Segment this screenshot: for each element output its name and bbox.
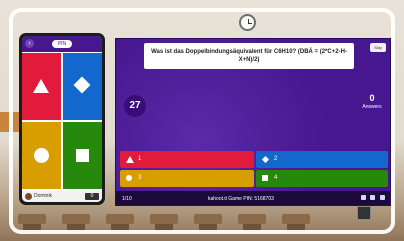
answer-tile-blue[interactable] [63,53,102,120]
answer-option-2[interactable]: 2 [256,151,388,168]
volume-icon[interactable] [361,195,366,200]
player-score: 0 [85,193,99,200]
answer-option-3[interactable]: 3 [120,170,254,187]
circle-icon [34,148,49,163]
answer-label: 4 [274,175,278,181]
phone-footer: Dominik 0 [22,191,102,202]
fullscreen-icon[interactable] [379,195,385,200]
answers-counter: 0 Answers [359,93,385,111]
game-footer-bar: 1/10 kahoot.it Game PIN: 5168703 [116,191,390,205]
back-icon[interactable]: ‹ [25,39,34,48]
answer-tile-red[interactable] [22,53,61,120]
answer-option-1[interactable]: 1 [120,151,254,168]
answer-label: 3 [138,175,142,181]
answer-label: 1 [138,156,142,162]
diamond-icon [73,76,91,94]
phone-mockup: ‹ PIN Dominik 0 [19,33,105,205]
player-name: Dominik [34,193,53,199]
question-progress: 1/10 [122,196,132,202]
phone-header: ‹ PIN [22,36,102,52]
triangle-icon [126,156,134,163]
answer-option-4[interactable]: 4 [256,170,388,187]
answer-tile-green[interactable] [63,122,102,189]
countdown-timer: 27 [124,95,146,117]
square-icon [76,149,89,162]
phone-screen: ‹ PIN Dominik 0 [22,36,102,202]
skip-button[interactable]: Skip [370,43,386,52]
presenter-thumbnail [357,206,371,220]
diamond-icon [261,155,270,164]
triangle-icon [33,79,49,93]
answers-count-value: 0 [369,93,375,103]
answer-label: 2 [274,156,278,162]
settings-icon[interactable] [370,195,376,200]
square-icon [262,175,268,181]
footer-controls [358,195,388,203]
circle-icon [126,175,132,181]
game-pin-info: kahoot.it Game PIN: 5168703 [208,196,274,202]
pin-pill: PIN [52,40,72,48]
question-text: Was ist das Doppelbindungsäquivalent für… [144,43,354,69]
answer-tile-yellow[interactable] [22,122,61,189]
avatar [25,193,32,200]
kahoot-screen: Was ist das Doppelbindungsäquivalent für… [115,38,391,206]
answers-count-label: Answers [362,104,382,110]
